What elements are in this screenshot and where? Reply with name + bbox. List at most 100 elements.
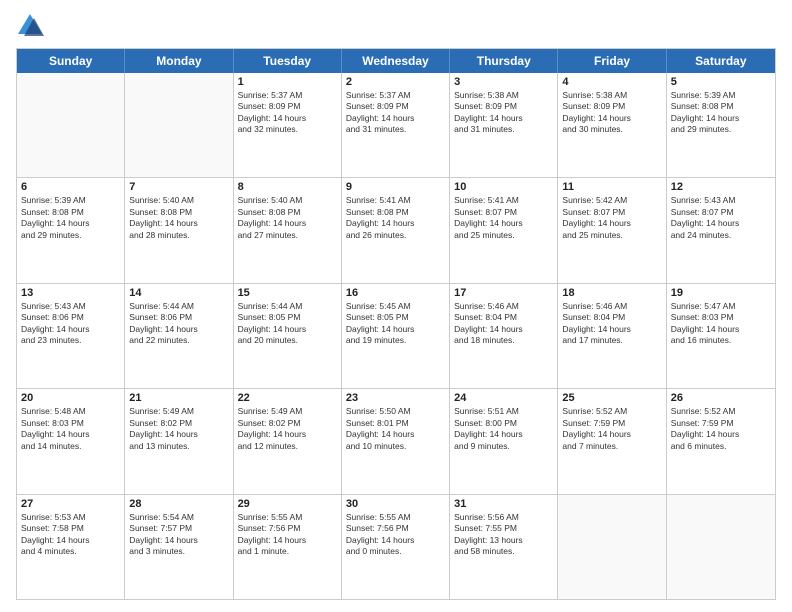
logo-icon [16, 12, 44, 40]
calendar-cell: 8 Sunrise: 5:40 AM Sunset: 8:08 PM Daylig… [234, 178, 342, 282]
day-number: 28 [129, 498, 228, 510]
calendar-cell: 28 Sunrise: 5:54 AM Sunset: 7:57 PM Dayli… [125, 495, 233, 599]
calendar-cell: 4 Sunrise: 5:38 AM Sunset: 8:09 PM Daylig… [558, 73, 666, 177]
weekday-header-sunday: Sunday [17, 49, 125, 73]
day-number: 6 [21, 181, 120, 193]
day-number: 14 [129, 287, 228, 299]
cell-info: Sunrise: 5:52 AM Sunset: 7:59 PM Dayligh… [671, 406, 771, 452]
day-number: 12 [671, 181, 771, 193]
calendar-cell: 21 Sunrise: 5:49 AM Sunset: 8:02 PM Dayli… [125, 389, 233, 493]
day-number: 8 [238, 181, 337, 193]
calendar-cell: 23 Sunrise: 5:50 AM Sunset: 8:01 PM Dayli… [342, 389, 450, 493]
weekday-header-thursday: Thursday [450, 49, 558, 73]
calendar-cell: 16 Sunrise: 5:45 AM Sunset: 8:05 PM Dayli… [342, 284, 450, 388]
day-number: 5 [671, 76, 771, 88]
calendar-header: SundayMondayTuesdayWednesdayThursdayFrid… [17, 49, 775, 73]
calendar-cell: 20Sunrise: 5:48 AM Sunset: 8:03 PM Dayli… [17, 389, 125, 493]
day-number: 13 [21, 287, 120, 299]
day-number: 21 [129, 392, 228, 404]
calendar-cell [558, 495, 666, 599]
day-number: 15 [238, 287, 337, 299]
cell-info: Sunrise: 5:44 AM Sunset: 8:05 PM Dayligh… [238, 301, 337, 347]
day-number: 4 [562, 76, 661, 88]
day-number: 3 [454, 76, 553, 88]
day-number: 26 [671, 392, 771, 404]
calendar-cell: 27 Sunrise: 5:53 AM Sunset: 7:58 PM Dayli… [17, 495, 125, 599]
cell-info: Sunrise: 5:54 AM Sunset: 7:57 PM Dayligh… [129, 512, 228, 558]
cell-info: Sunrise: 5:43 AM Sunset: 8:07 PM Dayligh… [671, 195, 771, 241]
calendar-row-4: 20Sunrise: 5:48 AM Sunset: 8:03 PM Dayli… [17, 388, 775, 493]
day-number: 19 [671, 287, 771, 299]
weekday-header-wednesday: Wednesday [342, 49, 450, 73]
calendar-row-1: 1 Sunrise: 5:37 AM Sunset: 8:09 PM Daylig… [17, 73, 775, 177]
calendar-cell: 3 Sunrise: 5:38 AM Sunset: 8:09 PM Daylig… [450, 73, 558, 177]
day-number: 16 [346, 287, 445, 299]
calendar-cell: 10Sunrise: 5:41 AM Sunset: 8:07 PM Dayli… [450, 178, 558, 282]
cell-info: Sunrise: 5:47 AM Sunset: 8:03 PM Dayligh… [671, 301, 771, 347]
calendar-cell: 17 Sunrise: 5:46 AM Sunset: 8:04 PM Dayli… [450, 284, 558, 388]
cell-info: Sunrise: 5:49 AM Sunset: 8:02 PM Dayligh… [129, 406, 228, 452]
calendar-cell: 1 Sunrise: 5:37 AM Sunset: 8:09 PM Daylig… [234, 73, 342, 177]
weekday-header-monday: Monday [125, 49, 233, 73]
weekday-header-friday: Friday [558, 49, 666, 73]
calendar-body: 1 Sunrise: 5:37 AM Sunset: 8:09 PM Daylig… [17, 73, 775, 599]
calendar-cell: 7 Sunrise: 5:40 AM Sunset: 8:08 PM Daylig… [125, 178, 233, 282]
calendar-cell: 9 Sunrise: 5:41 AM Sunset: 8:08 PM Daylig… [342, 178, 450, 282]
day-number: 25 [562, 392, 661, 404]
day-number: 7 [129, 181, 228, 193]
day-number: 24 [454, 392, 553, 404]
day-number: 11 [562, 181, 661, 193]
day-number: 27 [21, 498, 120, 510]
day-number: 22 [238, 392, 337, 404]
calendar-cell: 29 Sunrise: 5:55 AM Sunset: 7:56 PM Dayli… [234, 495, 342, 599]
cell-info: Sunrise: 5:39 AM Sunset: 8:08 PM Dayligh… [671, 90, 771, 136]
day-number: 9 [346, 181, 445, 193]
day-number: 18 [562, 287, 661, 299]
weekday-header-tuesday: Tuesday [234, 49, 342, 73]
calendar-cell: 11 Sunrise: 5:42 AM Sunset: 8:07 PM Dayli… [558, 178, 666, 282]
cell-info: Sunrise: 5:45 AM Sunset: 8:05 PM Dayligh… [346, 301, 445, 347]
header [16, 12, 776, 40]
cell-info: Sunrise: 5:37 AM Sunset: 8:09 PM Dayligh… [346, 90, 445, 136]
cell-info: Sunrise: 5:43 AM Sunset: 8:06 PM Dayligh… [21, 301, 120, 347]
day-number: 20 [21, 392, 120, 404]
calendar-cell: 18 Sunrise: 5:46 AM Sunset: 8:04 PM Dayli… [558, 284, 666, 388]
cell-info: Sunrise: 5:53 AM Sunset: 7:58 PM Dayligh… [21, 512, 120, 558]
cell-info: Sunrise: 5:55 AM Sunset: 7:56 PM Dayligh… [346, 512, 445, 558]
calendar-cell: 26 Sunrise: 5:52 AM Sunset: 7:59 PM Dayli… [667, 389, 775, 493]
cell-info: Sunrise: 5:56 AM Sunset: 7:55 PM Dayligh… [454, 512, 553, 558]
calendar-cell: 14 Sunrise: 5:44 AM Sunset: 8:06 PM Dayli… [125, 284, 233, 388]
calendar-row-3: 13 Sunrise: 5:43 AM Sunset: 8:06 PM Dayli… [17, 283, 775, 388]
day-number: 29 [238, 498, 337, 510]
calendar-cell: 2Sunrise: 5:37 AM Sunset: 8:09 PM Daylig… [342, 73, 450, 177]
calendar-cell: 12 Sunrise: 5:43 AM Sunset: 8:07 PM Dayli… [667, 178, 775, 282]
cell-info: Sunrise: 5:37 AM Sunset: 8:09 PM Dayligh… [238, 90, 337, 136]
cell-info: Sunrise: 5:40 AM Sunset: 8:08 PM Dayligh… [238, 195, 337, 241]
calendar-row-2: 6 Sunrise: 5:39 AM Sunset: 8:08 PM Daylig… [17, 177, 775, 282]
calendar-cell [17, 73, 125, 177]
cell-info: Sunrise: 5:50 AM Sunset: 8:01 PM Dayligh… [346, 406, 445, 452]
day-number: 23 [346, 392, 445, 404]
cell-info: Sunrise: 5:42 AM Sunset: 8:07 PM Dayligh… [562, 195, 661, 241]
calendar-cell: 24Sunrise: 5:51 AM Sunset: 8:00 PM Dayli… [450, 389, 558, 493]
day-number: 1 [238, 76, 337, 88]
calendar-cell: 13 Sunrise: 5:43 AM Sunset: 8:06 PM Dayli… [17, 284, 125, 388]
cell-info: Sunrise: 5:46 AM Sunset: 8:04 PM Dayligh… [454, 301, 553, 347]
calendar-row-5: 27 Sunrise: 5:53 AM Sunset: 7:58 PM Dayli… [17, 494, 775, 599]
cell-info: Sunrise: 5:52 AM Sunset: 7:59 PM Dayligh… [562, 406, 661, 452]
cell-info: Sunrise: 5:38 AM Sunset: 8:09 PM Dayligh… [562, 90, 661, 136]
logo [16, 12, 48, 40]
cell-info: Sunrise: 5:46 AM Sunset: 8:04 PM Dayligh… [562, 301, 661, 347]
cell-info: Sunrise: 5:38 AM Sunset: 8:09 PM Dayligh… [454, 90, 553, 136]
calendar: SundayMondayTuesdayWednesdayThursdayFrid… [16, 48, 776, 600]
day-number: 17 [454, 287, 553, 299]
cell-info: Sunrise: 5:44 AM Sunset: 8:06 PM Dayligh… [129, 301, 228, 347]
calendar-cell [125, 73, 233, 177]
cell-info: Sunrise: 5:40 AM Sunset: 8:08 PM Dayligh… [129, 195, 228, 241]
cell-info: Sunrise: 5:39 AM Sunset: 8:08 PM Dayligh… [21, 195, 120, 241]
cell-info: Sunrise: 5:41 AM Sunset: 8:08 PM Dayligh… [346, 195, 445, 241]
calendar-cell: 5 Sunrise: 5:39 AM Sunset: 8:08 PM Daylig… [667, 73, 775, 177]
calendar-cell [667, 495, 775, 599]
cell-info: Sunrise: 5:55 AM Sunset: 7:56 PM Dayligh… [238, 512, 337, 558]
weekday-header-saturday: Saturday [667, 49, 775, 73]
